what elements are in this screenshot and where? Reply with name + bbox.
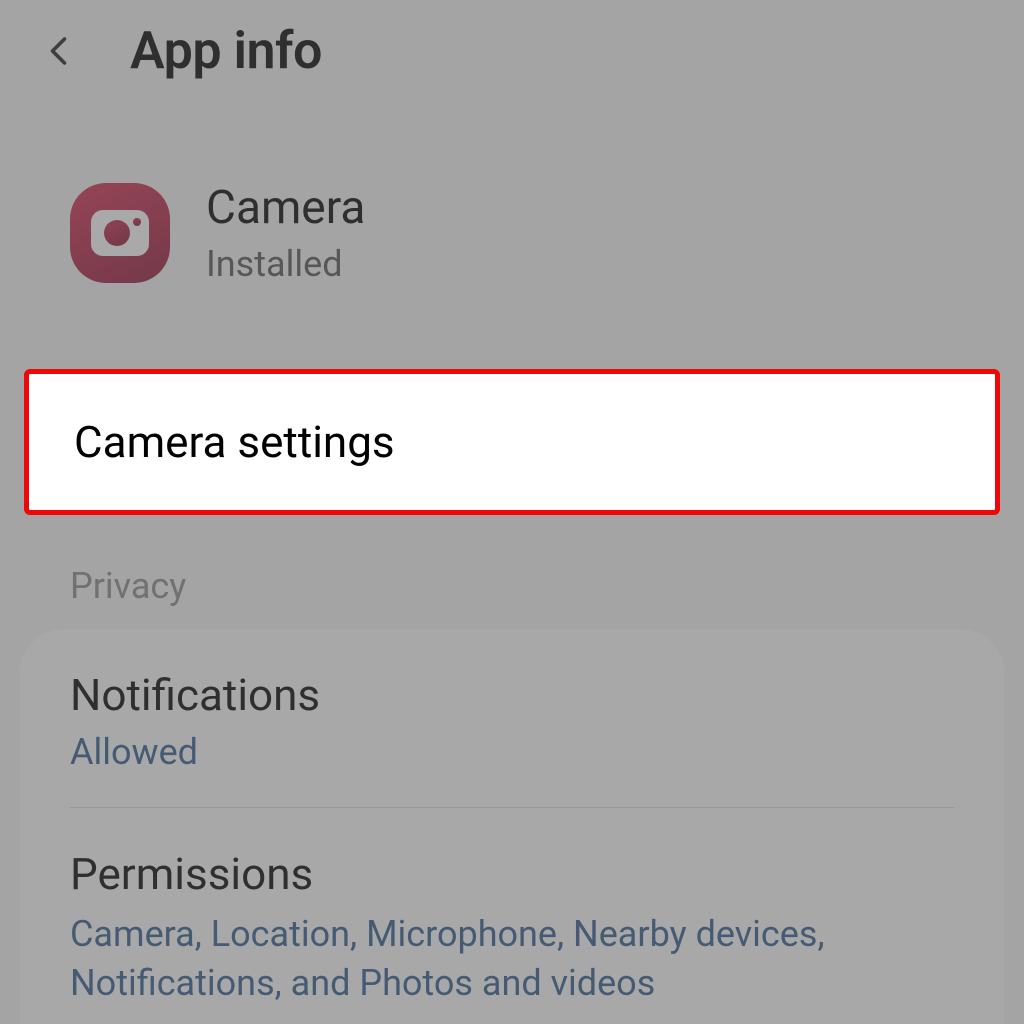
- permissions-item[interactable]: Permissions Camera, Location, Microphone…: [20, 808, 1004, 1024]
- app-identity: Camera Installed: [0, 91, 1024, 345]
- page-title: App info: [130, 20, 322, 81]
- camera-settings-label: Camera settings: [74, 416, 950, 468]
- permissions-value: Camera, Location, Microphone, Nearby dev…: [70, 910, 954, 1007]
- notifications-item[interactable]: Notifications Allowed: [20, 629, 1004, 807]
- notifications-title: Notifications: [70, 669, 954, 721]
- camera-settings-card: Camera settings: [24, 369, 1000, 515]
- app-name-block: Camera Installed: [206, 181, 365, 285]
- chevron-left-icon: [42, 33, 78, 69]
- app-name: Camera: [206, 181, 365, 235]
- privacy-section-label: Privacy: [0, 515, 1024, 621]
- permissions-title: Permissions: [70, 848, 954, 900]
- camera-settings-item[interactable]: Camera settings: [24, 369, 1000, 515]
- camera-app-icon: [70, 183, 170, 283]
- notifications-value: Allowed: [70, 731, 954, 773]
- camera-icon: [91, 210, 149, 256]
- back-button[interactable]: [30, 21, 90, 81]
- privacy-card: Notifications Allowed Permissions Camera…: [20, 629, 1004, 1024]
- header: App info: [0, 0, 1024, 91]
- app-install-status: Installed: [206, 243, 365, 285]
- app-info-screen: App info Camera Installed Camera setting…: [0, 0, 1024, 1024]
